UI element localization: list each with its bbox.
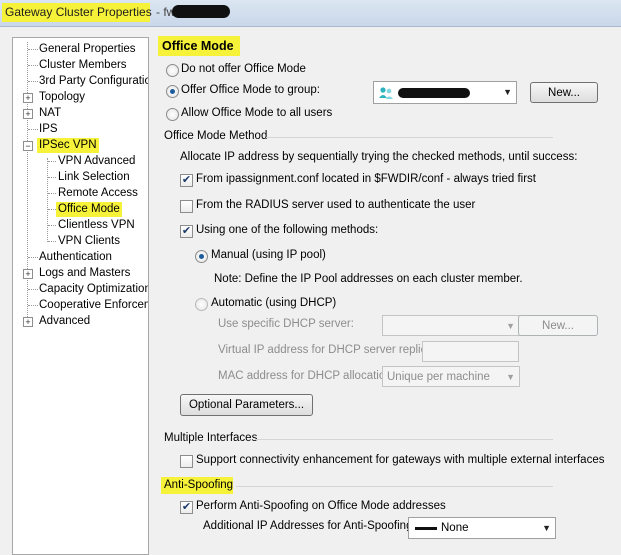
tree-item-cluster-members[interactable]: Cluster Members	[37, 58, 129, 73]
checkbox-following-methods-label: Using one of the following methods:	[196, 224, 379, 236]
collapse-ipsec-vpn-icon[interactable]: −	[23, 141, 33, 151]
tree-item-link-selection[interactable]: Link Selection	[56, 170, 132, 185]
section-divider	[256, 439, 553, 440]
checkbox-perform-anti-spoofing[interactable]: ✔	[180, 501, 193, 514]
tree-connector	[48, 177, 56, 178]
radio-manual-ip-pool[interactable]	[195, 250, 208, 263]
tree-item-vpn-clients[interactable]: VPN Clients	[56, 234, 122, 249]
tree-connector	[48, 193, 56, 194]
radio-manual-ip-pool-label: Manual (using IP pool)	[211, 249, 326, 261]
expand-advanced-icon[interactable]: +	[23, 317, 33, 327]
tree-item-office-mode[interactable]: Office Mode	[56, 202, 122, 217]
tree-item-ipsec-vpn[interactable]: IPSec VPN	[37, 138, 99, 153]
tree-branch-line	[47, 158, 48, 242]
tree-item-nat[interactable]: NAT	[37, 106, 63, 121]
none-object-icon	[415, 527, 437, 530]
user-group-icon	[379, 87, 393, 99]
section-divider	[236, 486, 553, 487]
tree-item-vpn-advanced[interactable]: VPN Advanced	[56, 154, 137, 169]
checkbox-ipassignment[interactable]: ✔	[180, 174, 193, 187]
tree-item-3rd-party-configuration[interactable]: 3rd Party Configuration	[37, 74, 148, 89]
additional-ip-select[interactable]: None ▼	[408, 517, 556, 539]
virtual-ip-field[interactable]	[422, 341, 519, 362]
mac-address-value: Unique per machine	[387, 371, 490, 383]
window-title: Gateway Cluster Properties	[5, 5, 152, 19]
tree-item-authentication[interactable]: Authentication	[37, 250, 114, 265]
chevron-down-icon: ▼	[506, 321, 515, 331]
group-select[interactable]: ▼	[373, 81, 517, 104]
anti-spoofing-heading: Anti-Spoofing	[164, 479, 234, 491]
ip-pool-note: Note: Define the IP Pool addresses on ea…	[214, 273, 523, 285]
mac-address-select[interactable]: Unique per machine ▼	[382, 366, 520, 387]
chevron-down-icon: ▼	[506, 372, 515, 382]
expand-topology-icon[interactable]: +	[23, 93, 33, 103]
tree-connector	[48, 225, 56, 226]
checkbox-radius[interactable]	[180, 200, 193, 213]
checkbox-radius-label: From the RADIUS server used to authentic…	[196, 199, 476, 211]
tree-item-capacity-optimization[interactable]: Capacity Optimization	[37, 282, 148, 297]
virtual-ip-label: Virtual IP address for DHCP server repli…	[218, 344, 436, 356]
chevron-down-icon: ▼	[503, 87, 512, 97]
optional-parameters-button[interactable]: Optional Parameters...	[180, 394, 313, 416]
checkbox-following-methods[interactable]: ✔	[180, 225, 193, 238]
section-divider	[266, 137, 553, 138]
checkbox-perform-anti-spoofing-label: Perform Anti-Spoofing on Office Mode add…	[196, 500, 446, 512]
tree-item-remote-access[interactable]: Remote Access	[56, 186, 140, 201]
tree-connector	[48, 209, 56, 210]
dhcp-server-label: Use specific DHCP server:	[218, 318, 354, 330]
radio-office-mode-group[interactable]	[166, 85, 179, 98]
redacted-group-name	[398, 88, 470, 98]
tree-item-general-properties[interactable]: General Properties	[37, 42, 138, 57]
navigation-tree[interactable]: + + − + + General Properties Cluster Mem…	[12, 37, 149, 555]
method-description: Allocate IP address by sequentially tryi…	[180, 151, 578, 163]
group-new-button[interactable]: New...	[530, 82, 598, 103]
additional-ip-label: Additional IP Addresses for Anti-Spoofin…	[203, 520, 416, 532]
radio-automatic-dhcp-label: Automatic (using DHCP)	[211, 297, 337, 309]
chevron-down-icon: ▼	[542, 523, 551, 533]
radio-no-office-mode[interactable]	[166, 64, 179, 77]
tree-item-topology[interactable]: Topology	[37, 90, 87, 105]
office-mode-method-heading: Office Mode Method	[164, 130, 268, 142]
checkbox-ipassignment-label: From ipassignment.conf located in $FWDIR…	[196, 173, 537, 185]
radio-automatic-dhcp[interactable]	[195, 298, 208, 311]
dhcp-new-button[interactable]: New...	[518, 315, 598, 336]
office-mode-heading: Office Mode	[162, 39, 234, 53]
expand-nat-icon[interactable]: +	[23, 109, 33, 119]
tree-item-logs-and-masters[interactable]: Logs and Masters	[37, 266, 132, 281]
window-title-bar: Gateway Cluster Properties - fw.	[0, 0, 621, 27]
tree-item-cooperative-enforcement[interactable]: Cooperative Enforceme	[37, 298, 148, 313]
tree-item-advanced[interactable]: Advanced	[37, 314, 92, 329]
tree-item-ips[interactable]: IPS	[37, 122, 60, 137]
dhcp-server-select[interactable]: ▼	[382, 315, 520, 336]
checkbox-multiple-interfaces[interactable]	[180, 455, 193, 468]
tree-connector	[48, 161, 56, 162]
radio-allow-all-users-label: Allow Office Mode to all users	[181, 107, 333, 119]
tree-trunk-line	[27, 42, 28, 323]
expand-logs-icon[interactable]: +	[23, 269, 33, 279]
radio-office-mode-group-label: Offer Office Mode to group:	[181, 84, 320, 96]
multiple-interfaces-heading: Multiple Interfaces	[164, 432, 258, 444]
tree-connector	[48, 241, 56, 242]
mac-address-label: MAC address for DHCP allocation:	[218, 370, 395, 382]
tree-item-clientless-vpn[interactable]: Clientless VPN	[56, 218, 137, 233]
radio-allow-all-users[interactable]	[166, 108, 179, 121]
additional-ip-value: None	[441, 522, 469, 534]
redacted-object-name	[172, 5, 230, 18]
checkbox-multiple-interfaces-label: Support connectivity enhancement for gat…	[196, 454, 605, 466]
radio-no-office-mode-label: Do not offer Office Mode	[181, 63, 306, 75]
